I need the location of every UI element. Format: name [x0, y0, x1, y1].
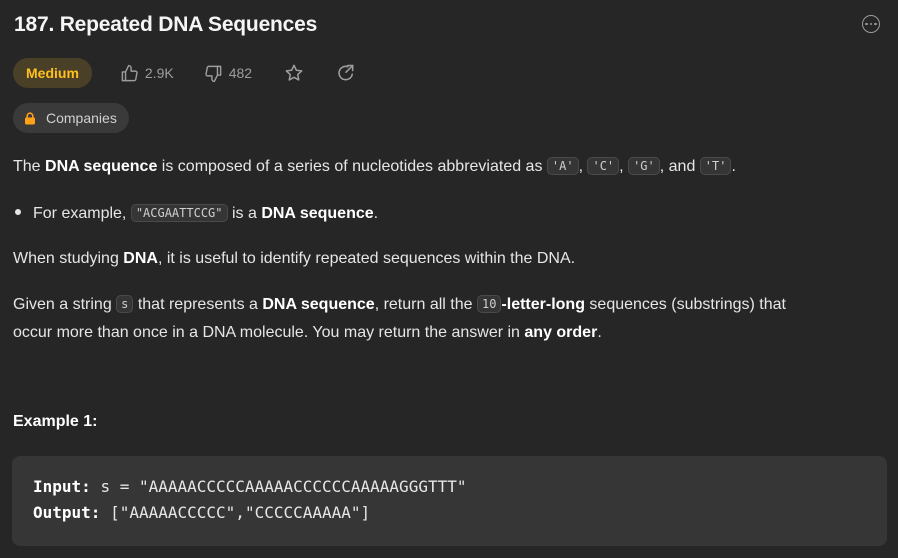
bold-text: DNA sequence: [262, 296, 375, 313]
output-value: ["AAAAACCCCC","CCCCCAAAAA"]: [110, 503, 371, 522]
text: , it is useful to identify repeated sequ…: [157, 250, 576, 267]
bold-text: DNA sequence: [45, 158, 158, 175]
bold-text: -letter-long: [501, 296, 585, 313]
lock-icon: [24, 111, 36, 125]
dislike-button[interactable]: 482: [204, 64, 252, 83]
like-button[interactable]: 2.9K: [120, 64, 174, 83]
description-paragraph-2: When studying DNA, it is useful to ident…: [13, 245, 575, 272]
text: .: [597, 324, 602, 341]
text: .: [373, 205, 379, 222]
text: is composed of a series of nucleotides a…: [157, 158, 547, 175]
example-bullet: For example, "ACGAATTCCG" is a DNA seque…: [13, 200, 378, 228]
thumbs-up-icon: [121, 64, 138, 81]
problem-title: 187. Repeated DNA Sequences: [14, 13, 318, 36]
text: ,: [619, 158, 629, 175]
inline-code: 'A': [546, 157, 579, 175]
share-button[interactable]: [336, 63, 356, 83]
text: occur more than once in a DNA molecule. …: [13, 324, 525, 341]
bold-text: DNA sequence: [261, 205, 374, 222]
example-output-line: Output: ["AAAAACCCCC","CCCCCAAAAA"]: [33, 503, 370, 522]
thumbs-down-icon: [205, 65, 222, 82]
example-code-block: Input: s = "AAAAACCCCCAAAAACCCCCCAAAAAGG…: [12, 456, 887, 546]
inline-code: "ACGAATTCCG": [130, 204, 228, 222]
star-icon: [285, 64, 303, 81]
difficulty-badge: Medium: [13, 58, 92, 88]
example-title: Example 1:: [13, 413, 98, 430]
description-paragraph-1: The DNA sequence is composed of a series…: [13, 153, 736, 181]
text: For example,: [33, 205, 131, 222]
inline-code: s: [116, 295, 134, 313]
bold-text: any order: [524, 324, 598, 341]
text: sequences (substrings) that: [584, 296, 786, 313]
input-value: s = "AAAAACCCCCAAAAACCCCCCAAAAAGGGTTT": [100, 477, 467, 496]
inline-code: 10: [476, 295, 502, 313]
like-count: 2.9K: [144, 65, 174, 81]
description-paragraph-3: Given a string s that represents a DNA s…: [13, 291, 786, 346]
text: , and: [659, 158, 700, 175]
companies-label: Companies: [46, 110, 117, 126]
share-icon: [338, 64, 354, 81]
inline-code: 'C': [587, 157, 620, 175]
example-input-line: Input: s = "AAAAACCCCCAAAAACCCCCCAAAAAGG…: [33, 477, 466, 496]
text: , return all the: [374, 296, 477, 313]
bold-text: DNA: [123, 250, 158, 267]
problem-meta-row: Medium 2.9K 482: [13, 58, 356, 88]
text: .: [731, 158, 736, 175]
favorite-button[interactable]: [284, 63, 304, 83]
problem-description-panel: 187. Repeated DNA Sequences Medium 2.9K …: [0, 0, 898, 558]
text: is a: [227, 205, 262, 222]
text: that represents a: [133, 296, 263, 313]
text: When studying: [13, 250, 124, 267]
inline-code: 'T': [699, 157, 732, 175]
dislike-count: 482: [228, 65, 253, 81]
input-label: Input:: [33, 477, 91, 496]
output-label: Output:: [33, 503, 101, 522]
companies-tag[interactable]: Companies: [13, 103, 129, 133]
text: The: [13, 158, 46, 175]
bullet-dot: [15, 209, 21, 215]
inline-code: 'G': [628, 157, 660, 175]
more-options-icon[interactable]: [862, 15, 880, 33]
text: Given a string: [13, 296, 117, 313]
